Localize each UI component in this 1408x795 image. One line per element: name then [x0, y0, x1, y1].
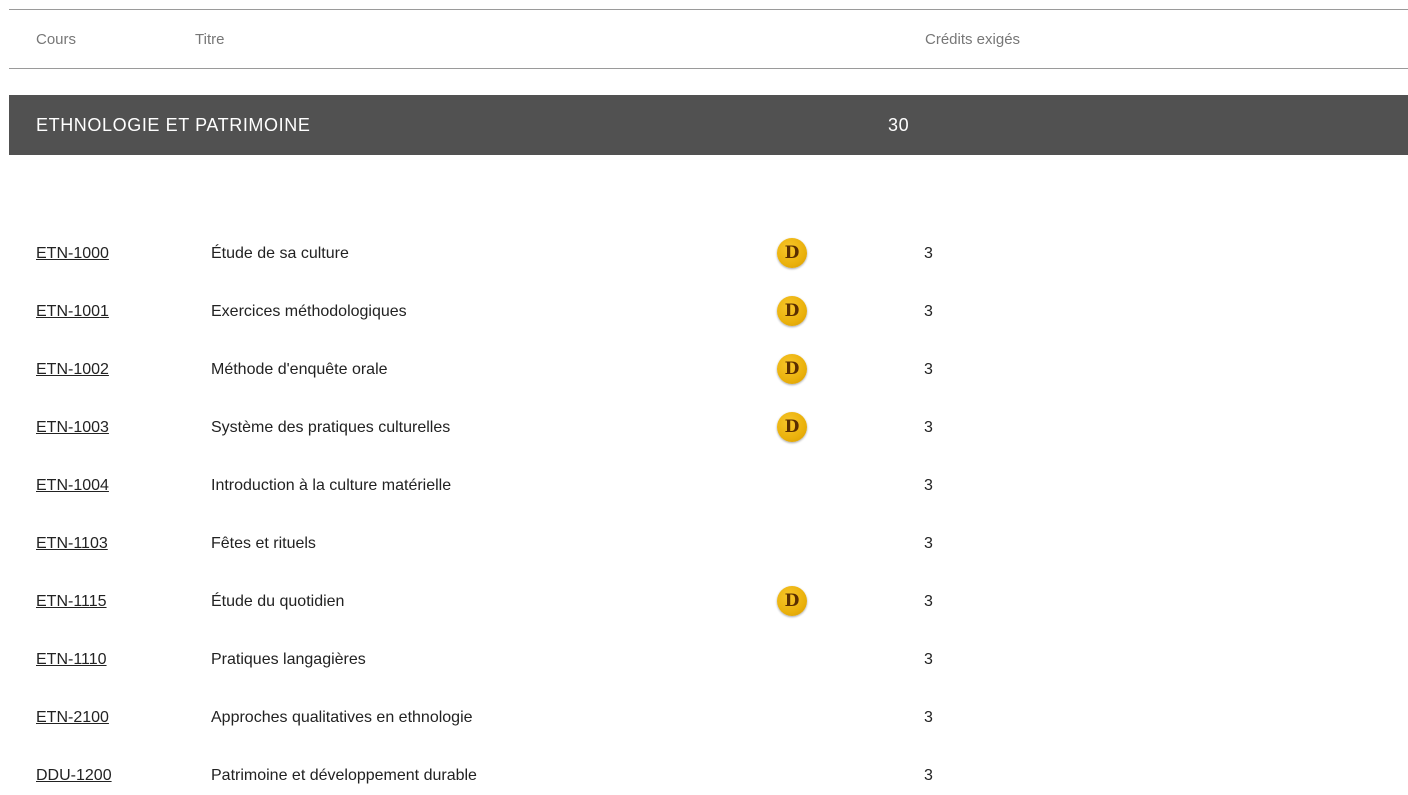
table-row: ETN-1002 Méthode d'enquête orale D 3 [0, 341, 1408, 399]
course-title: Introduction à la culture matérielle [211, 477, 452, 494]
d-badge-icon: D [777, 586, 807, 616]
course-code-link[interactable]: ETN-1001 [36, 303, 109, 321]
table-row: ETN-1115 Étude du quotidien D 3 [0, 573, 1408, 631]
d-badge-letter: D [784, 359, 800, 379]
d-badge-letter: D [784, 301, 800, 321]
course-credits: 3 [924, 477, 933, 494]
course-title: Méthode d'enquête orale [211, 361, 388, 378]
table-row: ETN-2100 Approches qualitatives en ethnol… [0, 689, 1408, 747]
course-title: Étude de sa culture [211, 245, 349, 262]
table-row: DDU-1200 Patrimoine et développement dura… [0, 747, 1408, 795]
d-badge-icon: D [777, 412, 807, 442]
course-title: Approches qualitatives en ethnologie [211, 709, 473, 726]
course-list-page: Cours Titre Crédits exigés ETHNOLOGIE ET… [0, 0, 1408, 795]
column-header-titre: Titre [195, 31, 225, 48]
d-badge-letter: D [784, 591, 800, 611]
course-credits: 3 [924, 535, 933, 552]
course-credits: 3 [924, 593, 933, 610]
course-code-link[interactable]: ETN-1115 [36, 593, 107, 611]
section-title: ETHNOLOGIE ET PATRIMOINE [36, 115, 311, 135]
course-title: Patrimoine et développement durable [211, 767, 477, 784]
course-code-link[interactable]: ETN-1103 [36, 535, 108, 553]
course-credits: 3 [924, 709, 933, 726]
table-row: ETN-1110Pratiques langagièresD3 [0, 631, 1408, 689]
column-header-credits: Crédits exigés [925, 31, 1021, 48]
course-credits: 3 [924, 651, 933, 668]
course-title: Système des pratiques culturelles [211, 419, 451, 436]
table-row: ETN-1004 Introduction à la culture matéri… [0, 457, 1408, 515]
d-badge-letter: D [784, 417, 800, 437]
d-badge-icon: D [777, 354, 807, 384]
table-row: ETN-1103Fêtes et rituelsD3 [0, 515, 1408, 573]
d-badge-icon: D [777, 296, 807, 326]
course-credits: 3 [924, 303, 933, 320]
course-code-link[interactable]: ETN-1003 [36, 419, 109, 437]
course-title: Étude du quotidien [211, 593, 345, 610]
table-row: ETN-1000 Étude de sa culture D 3 [0, 225, 1408, 283]
section-header: ETHNOLOGIE ET PATRIMOINE 30 [9, 95, 1408, 155]
course-credits: 3 [924, 361, 933, 378]
d-badge-letter: D [784, 243, 800, 263]
course-title: Pratiques langagières [211, 651, 366, 668]
course-title: Exercices méthodologiques [211, 303, 407, 320]
table-row: ETN-1003 Système des pratiques culturelle… [0, 399, 1408, 457]
d-badge-icon: D [777, 238, 807, 268]
course-title: Fêtes et rituels [211, 535, 316, 552]
table-row: ETN-1001 Exercices méthodologiques D 3 [0, 283, 1408, 341]
course-code-link[interactable]: ETN-1004 [36, 477, 109, 495]
course-credits: 3 [924, 245, 933, 262]
column-header-row: Cours Titre Crédits exigés [9, 9, 1408, 69]
course-credits: 3 [924, 767, 933, 784]
course-code-link[interactable]: DDU-1200 [36, 767, 112, 785]
course-code-link[interactable]: ETN-1110 [36, 651, 107, 669]
course-credits: 3 [924, 419, 933, 436]
course-code-link[interactable]: ETN-1000 [36, 245, 109, 263]
course-code-link[interactable]: ETN-2100 [36, 709, 109, 727]
column-header-cours: Cours [36, 31, 77, 48]
course-code-link[interactable]: ETN-1002 [36, 361, 109, 379]
section-credits: 30 [888, 115, 910, 135]
